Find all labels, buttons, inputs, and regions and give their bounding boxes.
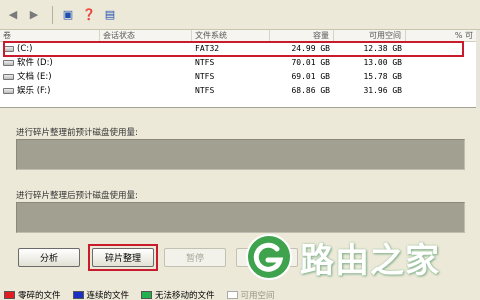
volume-capacity: 70.01 GB xyxy=(291,58,330,67)
volume-free: 13.00 GB xyxy=(363,58,402,67)
volume-free: 12.38 GB xyxy=(363,44,402,53)
details-icon[interactable]: ▤ xyxy=(101,6,119,24)
stop-button[interactable]: 停止 xyxy=(236,248,298,267)
back-arrow-icon[interactable]: ◀ xyxy=(4,6,22,24)
legend-contiguous-label: 连续的文件 xyxy=(86,291,130,300)
legend-contiguous: 连续的文件 xyxy=(72,289,130,300)
pause-button[interactable]: 暂停 xyxy=(164,248,226,267)
column-free-space[interactable]: 可用空间 xyxy=(334,30,406,41)
free-swatch xyxy=(226,291,238,299)
volume-filesystem: NTFS xyxy=(195,86,215,95)
legend-fragmented-label: 零碎的文件 xyxy=(18,291,61,300)
drive-icon xyxy=(3,87,14,94)
forward-arrow-icon[interactable]: ▶ xyxy=(25,6,43,24)
after-usage-display xyxy=(16,202,465,233)
volume-capacity: 24.99 GB xyxy=(291,44,330,53)
legend-free-label: 可用空间 xyxy=(240,291,275,300)
column-percent-free[interactable]: % 可 xyxy=(406,30,480,41)
column-volume[interactable]: 卷 xyxy=(0,30,100,41)
watermark-text: 路由之家 xyxy=(300,240,440,281)
volume-capacity: 69.01 GB xyxy=(291,72,330,81)
legend-unmovable-label: 无法移动的文件 xyxy=(155,291,215,300)
fragmented-swatch xyxy=(4,291,15,299)
volume-free: 31.96 GB xyxy=(363,86,402,95)
before-usage-display xyxy=(16,139,465,170)
drive-icon xyxy=(3,73,14,80)
after-usage-label: 进行碎片整理后预计磁盘使用量: xyxy=(16,191,138,201)
volume-filesystem: FAT32 xyxy=(195,44,220,53)
volume-name: 文档 (E:) xyxy=(17,72,52,82)
before-usage-label: 进行碎片整理前预计磁盘使用量: xyxy=(16,128,138,138)
volume-row[interactable]: (C:) FAT32 24.99 GB 12.38 GB xyxy=(0,42,480,56)
column-filesystem[interactable]: 文件系统 xyxy=(192,30,270,41)
volume-row[interactable]: 娱乐 (F:) NTFS 68.86 GB 31.96 GB xyxy=(0,84,480,98)
toolbar-separator xyxy=(52,5,53,24)
legend-unmovable: 无法移动的文件 xyxy=(141,289,215,300)
volume-filesystem: NTFS xyxy=(195,58,215,67)
list-scrollbar[interactable] xyxy=(476,30,480,108)
properties-icon[interactable]: ▣ xyxy=(59,6,77,24)
volume-row[interactable]: 软件 (D:) NTFS 70.01 GB 13.00 GB xyxy=(0,56,480,70)
defrag-button[interactable]: 碎片整理 xyxy=(92,248,154,267)
volume-filesystem: NTFS xyxy=(195,72,215,81)
volume-name: 软件 (D:) xyxy=(17,58,53,68)
list-header: 卷 会话状态 文件系统 容量 可用空间 % 可 xyxy=(0,30,480,42)
legend-fragmented: 零碎的文件 xyxy=(4,289,61,300)
volume-free: 15.78 GB xyxy=(363,72,402,81)
legend: 零碎的文件 连续的文件 无法移动的文件 可用空间 xyxy=(0,290,480,300)
drive-icon xyxy=(3,59,14,66)
volume-row[interactable]: 文档 (E:) NTFS 69.01 GB 15.78 GB xyxy=(0,70,480,84)
column-capacity[interactable]: 容量 xyxy=(270,30,334,41)
help-icon[interactable]: ❓ xyxy=(80,6,98,24)
unmovable-swatch xyxy=(141,291,153,299)
volume-name: 娱乐 (F:) xyxy=(17,86,51,96)
analyze-button[interactable]: 分析 xyxy=(18,248,80,267)
volume-list[interactable]: 卷 会话状态 文件系统 容量 可用空间 % 可 (C:) FAT32 24.99… xyxy=(0,30,480,108)
volume-capacity: 68.86 GB xyxy=(291,86,330,95)
volume-name: (C:) xyxy=(17,44,33,54)
toolbar: ◀ ▶ ▣ ❓ ▤ xyxy=(0,0,480,30)
drive-icon xyxy=(3,45,14,52)
column-status[interactable]: 会话状态 xyxy=(100,30,192,41)
legend-free: 可用空间 xyxy=(226,289,275,300)
contiguous-swatch xyxy=(72,291,84,299)
